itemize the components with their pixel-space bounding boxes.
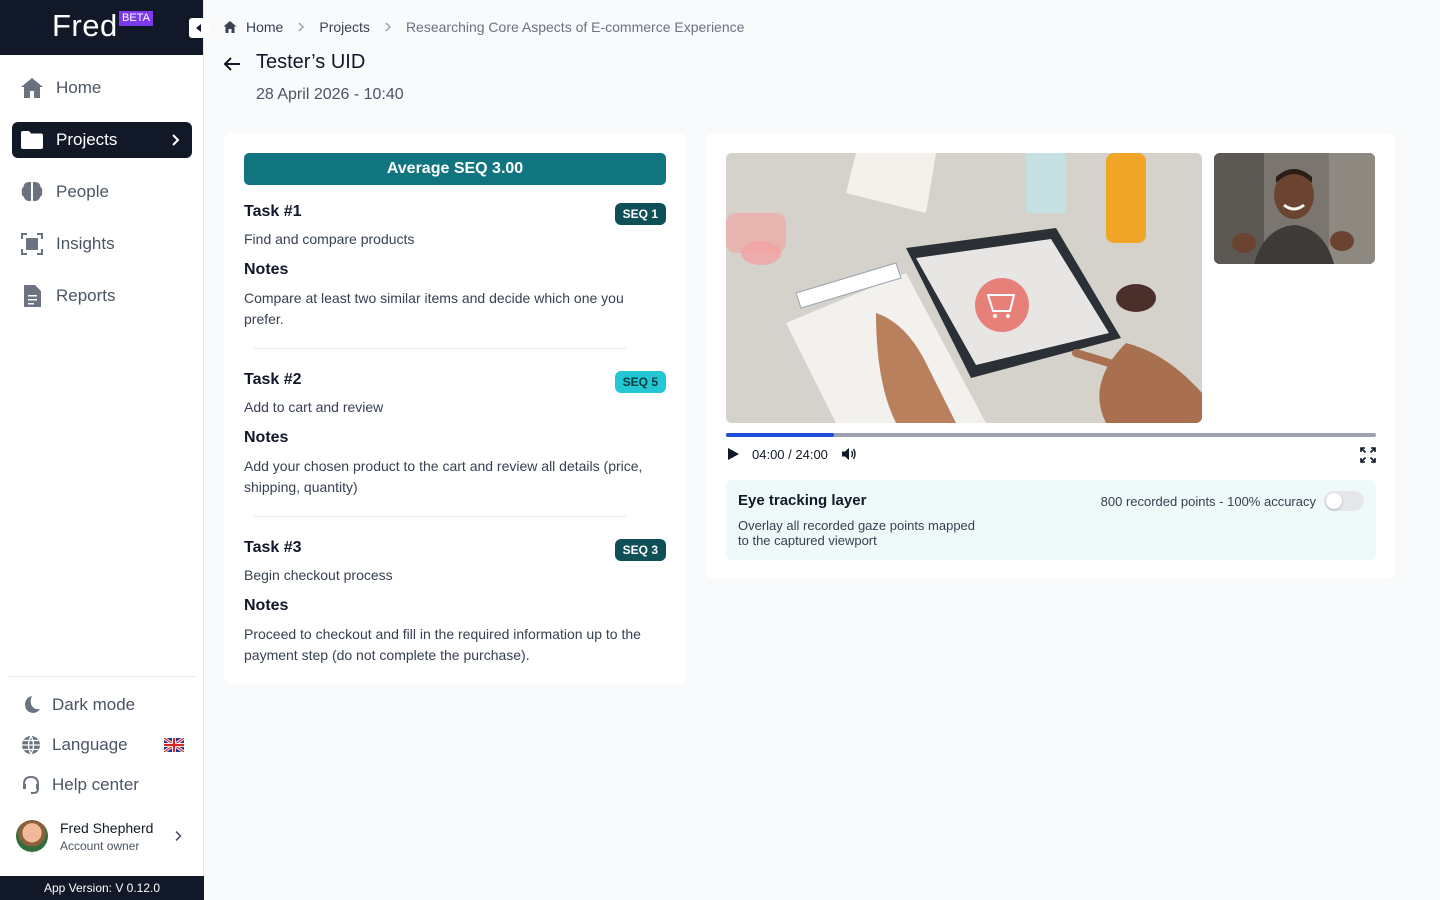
tester-webcam-image — [1214, 153, 1375, 264]
user-profile[interactable]: Fred Shepherd Account owner — [16, 818, 192, 854]
recording-panel: 04:00 / 24:00 Eye tracking layer Overlay… — [706, 133, 1395, 579]
language-selector[interactable]: Language — [20, 733, 190, 757]
video-frame-image — [726, 153, 1202, 423]
notes-heading: Notes — [244, 597, 289, 614]
video-progress-fill — [726, 433, 835, 437]
nav-label: Reports — [56, 286, 116, 305]
session-date: 28 April 2026 - 10:40 — [256, 86, 404, 103]
task-description: Find and compare products — [244, 231, 415, 247]
task-description: Begin checkout process — [244, 567, 393, 583]
chevron-right-icon — [175, 830, 182, 842]
task-description: Add to cart and review — [244, 399, 384, 415]
eye-tracking-title: Eye tracking layer — [738, 492, 867, 509]
uk-flag-icon — [164, 738, 184, 752]
volume-icon[interactable] — [841, 446, 857, 462]
main-nav: Home Projects People Insights Reports — [12, 70, 192, 330]
headset-icon — [20, 774, 42, 796]
notes-heading: Notes — [244, 429, 289, 446]
page-title: Tester’s UID — [256, 51, 366, 73]
collapse-sidebar-button[interactable] — [189, 18, 209, 38]
play-icon[interactable] — [726, 447, 740, 461]
video-progress-bar[interactable] — [726, 433, 1376, 437]
average-seq-banner: Average SEQ 3.00 — [244, 153, 666, 185]
fullscreen-icon[interactable] — [1360, 447, 1376, 463]
breadcrumb-current[interactable]: Researching Core Aspects of E-commerce E… — [406, 19, 744, 35]
breadcrumb: Home Projects Researching Core Aspects o… — [223, 18, 744, 36]
help-center-label: Help center — [52, 775, 139, 794]
nav-item-insights[interactable]: Insights — [12, 226, 192, 262]
task-title: Task #3 — [244, 539, 302, 556]
notes-heading: Notes — [244, 261, 289, 278]
video-time: 04:00 / 24:00 — [752, 447, 828, 462]
task-divider — [254, 516, 626, 517]
app-version: App Version: V 0.12.0 — [0, 876, 204, 900]
task-notes: Compare at least two similar items and d… — [244, 290, 624, 327]
home-icon — [20, 76, 44, 100]
eye-tracking-panel: Eye tracking layer Overlay all recorded … — [726, 480, 1376, 560]
chevron-right-icon — [385, 22, 391, 32]
language-label: Language — [52, 735, 128, 754]
nav-item-reports[interactable]: Reports — [12, 278, 192, 314]
task-title: Task #2 — [244, 371, 302, 388]
task-title: Task #1 — [244, 203, 302, 220]
breadcrumb-home[interactable]: Home — [246, 19, 283, 35]
seq-badge: SEQ 3 — [614, 539, 666, 561]
nav-label: Home — [56, 78, 102, 97]
app-logo[interactable]: Fred — [52, 8, 118, 44]
brand-header: Fred BETA — [0, 0, 209, 55]
user-info: Fred Shepherd Account owner — [60, 820, 153, 853]
eye-tracking-description: Overlay all recorded gaze points mapped … — [738, 518, 976, 548]
nav-label: Insights — [56, 234, 115, 253]
chevron-right-icon — [298, 22, 305, 32]
user-role: Account owner — [60, 838, 140, 853]
sidebar: Fred BETA Home Projects People Insights … — [0, 0, 209, 900]
nav-label: People — [56, 182, 109, 201]
insights-icon — [20, 232, 44, 256]
nav-item-projects[interactable]: Projects — [12, 122, 192, 158]
nav-item-people[interactable]: People — [12, 174, 192, 210]
eye-tracking-toggle[interactable] — [1324, 491, 1364, 511]
task-notes: Proceed to checkout and fill in the requ… — [244, 626, 641, 663]
nav-item-home[interactable]: Home — [12, 70, 192, 106]
screen-recording-video[interactable] — [726, 153, 1202, 423]
back-arrow-icon[interactable] — [221, 53, 243, 75]
dark-mode-toggle[interactable]: Dark mode — [20, 693, 190, 717]
brain-icon — [20, 180, 44, 204]
chevron-right-icon — [172, 134, 180, 146]
seq-badge: SEQ 5 — [614, 371, 666, 393]
task-divider — [254, 348, 626, 349]
moon-icon — [20, 694, 42, 716]
beta-badge: BETA — [119, 11, 153, 26]
home-icon[interactable] — [223, 20, 237, 34]
chevron-left-icon — [196, 24, 201, 32]
avatar — [16, 820, 48, 852]
task-notes: Add your chosen product to the cart and … — [244, 458, 643, 495]
folder-icon — [20, 128, 44, 152]
task-item: Task #1 SEQ 1 Find and compare products … — [244, 203, 666, 330]
eye-tracking-stats: 800 recorded points - 100% accuracy — [1100, 494, 1316, 509]
help-center-link[interactable]: Help center — [20, 773, 190, 797]
toggle-knob — [1326, 493, 1342, 509]
globe-icon — [20, 734, 42, 756]
webcam-video[interactable] — [1214, 153, 1375, 264]
user-name: Fred Shepherd — [60, 819, 154, 836]
breadcrumb-projects[interactable]: Projects — [319, 19, 370, 35]
sidebar-divider — [8, 676, 196, 677]
task-item: Task #2 SEQ 5 Add to cart and review Not… — [244, 371, 666, 498]
seq-badge: SEQ 1 — [614, 203, 666, 225]
dark-mode-label: Dark mode — [52, 695, 136, 714]
nav-label: Projects — [56, 130, 118, 149]
tasks-panel: Average SEQ 3.00 Task #1 SEQ 1 Find and … — [224, 133, 686, 684]
task-item: Task #3 SEQ 3 Begin checkout process Not… — [244, 539, 666, 666]
report-icon — [20, 284, 44, 308]
